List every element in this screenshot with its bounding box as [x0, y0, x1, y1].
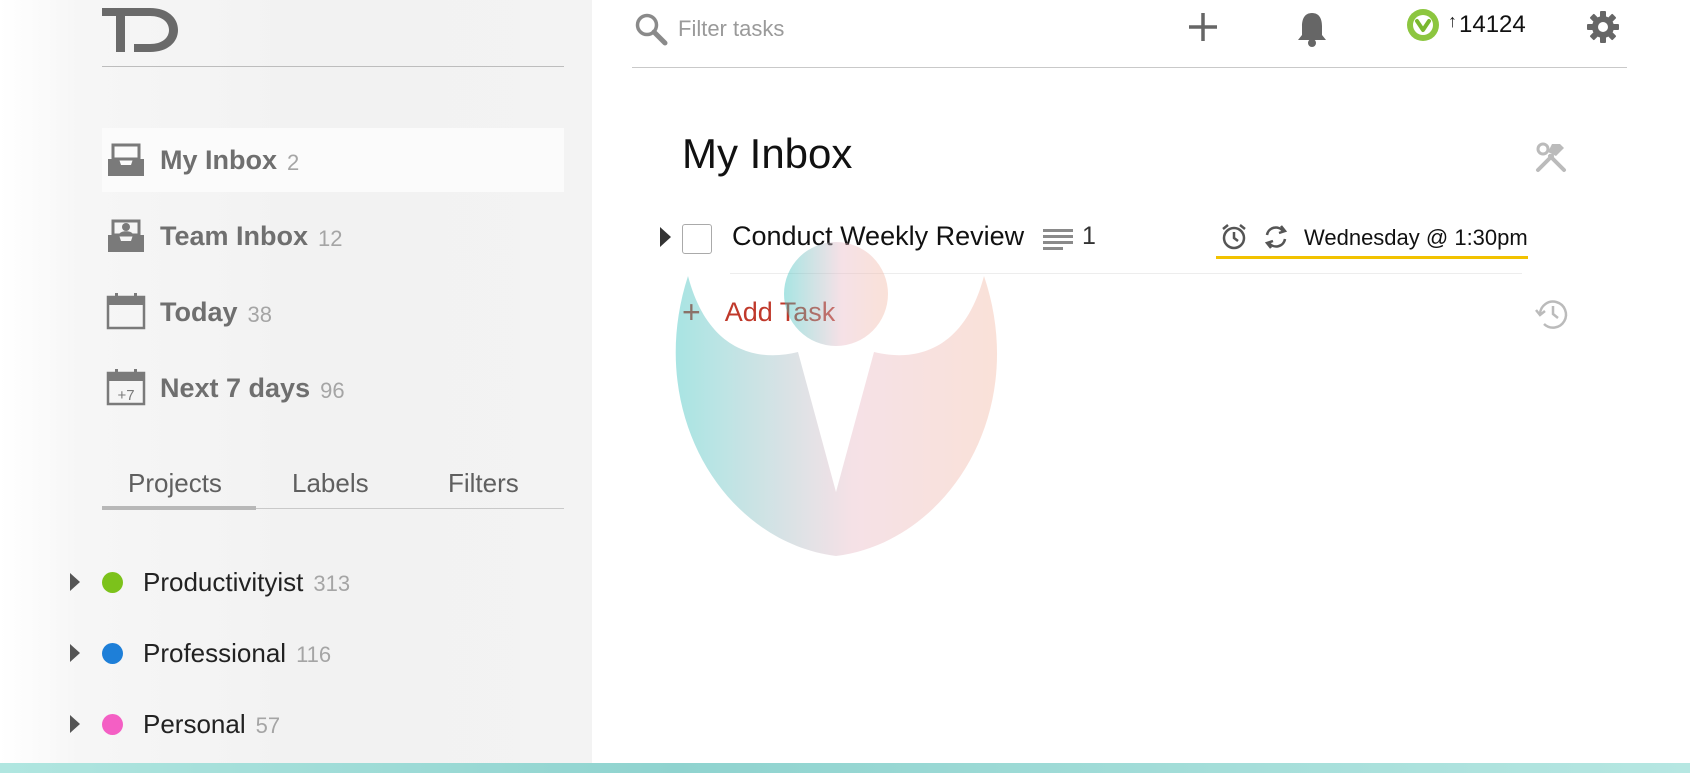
add-task-label: Add Task — [724, 296, 836, 327]
add-task-button[interactable]: + Add Task — [682, 292, 835, 332]
tab-filters[interactable]: Filters — [448, 458, 519, 508]
watermark-logo — [675, 242, 998, 556]
inbox-icon — [108, 143, 144, 176]
sidebar: My Inbox 2 Team Inbox 12 Today 38 +7 Nex… — [0, 0, 592, 763]
task-complete-checkbox[interactable] — [682, 224, 712, 254]
sidebar-tabs: Projects Labels Filters — [102, 458, 564, 510]
nav-count: 12 — [318, 225, 343, 251]
sidebar-divider — [102, 66, 564, 67]
calendar-today-icon — [106, 293, 146, 330]
task-row[interactable]: Conduct Weekly Review 1 Wednesday @ 1:30… — [656, 214, 1528, 274]
notes-count: 1 — [1082, 222, 1096, 250]
karma-indicator[interactable]: ↑ 14124 — [1406, 8, 1526, 42]
calendar-next7-icon: +7 — [106, 369, 146, 406]
karma-badge-icon — [1407, 9, 1439, 41]
nav-count: 96 — [320, 377, 345, 403]
nav-item-today[interactable]: Today 38 — [102, 280, 564, 344]
tab-projects[interactable]: Projects — [128, 458, 222, 508]
search-icon[interactable] — [634, 12, 668, 46]
expand-caret-icon[interactable] — [70, 573, 80, 591]
project-item-productivityist[interactable]: Productivityist 313 — [70, 560, 350, 604]
project-item-personal[interactable]: Personal 57 — [70, 702, 280, 746]
add-task-plus-icon[interactable] — [1186, 10, 1220, 44]
completed-history-icon[interactable] — [1534, 296, 1570, 332]
nav-label: My Inbox — [160, 144, 278, 175]
project-color-dot — [102, 571, 123, 593]
settings-gear-icon[interactable] — [1586, 10, 1620, 44]
project-label: Professional — [143, 637, 287, 668]
nav-item-team-inbox[interactable]: Team Inbox 12 — [102, 204, 564, 268]
expand-caret-icon[interactable] — [70, 715, 80, 733]
project-tools-icon[interactable] — [1534, 140, 1568, 174]
bottom-accent-strip — [0, 763, 1690, 773]
calendar-next7-icon-text: +7 — [117, 387, 134, 404]
project-count: 57 — [255, 713, 281, 738]
nav-count: 2 — [287, 149, 300, 175]
search-input[interactable] — [678, 12, 1058, 46]
project-item-professional[interactable]: Professional 116 — [70, 631, 331, 675]
project-count: 313 — [313, 571, 351, 596]
project-label: Personal — [143, 708, 246, 739]
task-expand-caret-icon[interactable] — [660, 227, 671, 247]
karma-points: 14124 — [1459, 11, 1526, 38]
project-count: 116 — [296, 642, 332, 667]
tab-labels[interactable]: Labels — [292, 458, 369, 508]
add-task-plus-icon: + — [682, 294, 701, 330]
todoist-logo[interactable] — [100, 2, 180, 58]
expand-caret-icon[interactable] — [70, 644, 80, 662]
reminder-alarm-icon[interactable] — [1220, 223, 1248, 251]
due-date-group: Wednesday @ 1:30pm — [1216, 214, 1528, 259]
project-color-dot — [102, 642, 123, 664]
active-tab-indicator — [102, 506, 256, 510]
nav-item-next-7-days[interactable]: +7 Next 7 days 96 — [102, 356, 564, 420]
nav-count: 38 — [247, 301, 272, 327]
nav-label: Today — [160, 296, 238, 327]
nav-item-my-inbox[interactable]: My Inbox 2 — [102, 128, 564, 192]
team-inbox-icon — [108, 219, 144, 252]
recurring-repeat-icon[interactable] — [1262, 223, 1290, 251]
task-name[interactable]: Conduct Weekly Review — [732, 221, 1024, 252]
project-label: Productivityist — [143, 566, 304, 597]
due-date-text[interactable]: Wednesday @ 1:30pm — [1304, 225, 1528, 251]
notifications-bell-icon[interactable] — [1295, 10, 1329, 48]
karma-trend-arrow: ↑ — [1448, 10, 1457, 31]
nav-label: Next 7 days — [160, 372, 311, 403]
nav-label: Team Inbox — [160, 220, 309, 251]
project-color-dot — [102, 713, 123, 735]
page-title: My Inbox — [682, 130, 853, 177]
notes-icon[interactable] — [1042, 227, 1074, 251]
topbar-divider — [632, 67, 1627, 68]
task-divider — [730, 273, 1522, 274]
